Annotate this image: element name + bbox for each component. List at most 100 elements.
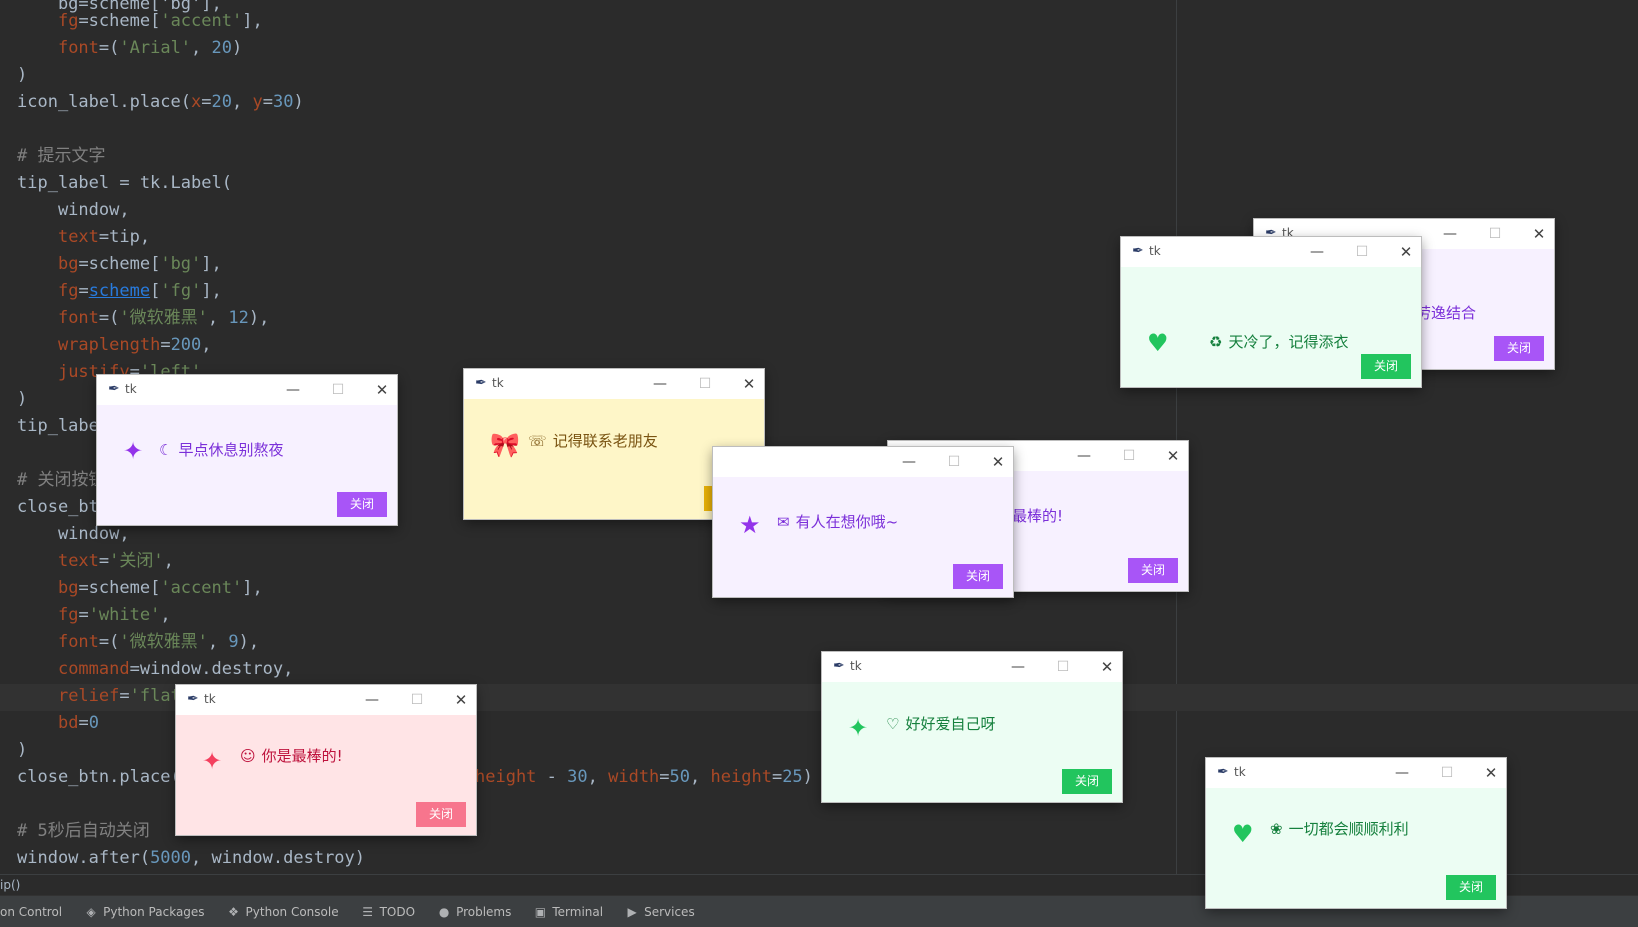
reminder-window[interactable]: ✒ tk — ☐ ✕ ♥ ♻ 天冷了，记得添衣 关闭: [1121, 237, 1421, 387]
shirt-icon: ♻: [1209, 333, 1223, 351]
window-title: tk: [1149, 244, 1161, 258]
close-button[interactable]: 关闭: [1494, 336, 1544, 361]
window-titlebar[interactable]: ✒ tk — ☐ ✕: [822, 652, 1122, 682]
tip-label: 好好爱自己呀: [905, 715, 996, 733]
sparkles-icon: ✦: [123, 437, 144, 465]
window-body: ♥ ♻ 天冷了，记得添衣 关闭: [1121, 267, 1421, 387]
terminal-icon: ▣: [534, 904, 547, 919]
tool-tab-version-control[interactable]: on Control: [0, 905, 62, 919]
code-line: ): [17, 389, 28, 409]
close-button[interactable]: 关闭: [1446, 875, 1496, 900]
minimize-button[interactable]: —: [281, 379, 305, 401]
window-body: ✦ ☾ 早点休息别熬夜 关闭: [97, 405, 397, 525]
services-icon: ▶: [627, 904, 637, 919]
tool-tab-python-console[interactable]: ❖ Python Console: [227, 904, 338, 919]
close-button[interactable]: 关闭: [1128, 558, 1178, 583]
minimize-button[interactable]: —: [1072, 445, 1096, 467]
code-line: font=('微软雅黑', 12),: [57, 308, 270, 328]
tk-feather-icon: ✒: [1217, 764, 1229, 780]
python-console-icon: ❖: [228, 904, 239, 919]
tool-tab-todo[interactable]: ☰ TODO: [361, 905, 415, 919]
reminder-window[interactable]: ✒ tk — ☐ ✕ ✦ ♡ 好好爱自己呀 关闭: [822, 652, 1122, 802]
window-titlebar[interactable]: ✒ tk — ☐ ✕: [1206, 758, 1506, 788]
minimize-button[interactable]: —: [648, 373, 672, 395]
sb-label: TODO: [379, 904, 416, 919]
maximize-button[interactable]: ☐: [1051, 656, 1075, 678]
close-button[interactable]: 关闭: [1361, 354, 1411, 379]
close-button[interactable]: 关闭: [953, 564, 1003, 589]
window-titlebar[interactable]: — ☐ ✕: [713, 447, 1013, 477]
flex-icon: ☺: [240, 747, 256, 765]
sb-label: Python Packages: [103, 904, 205, 919]
maximize-button[interactable]: ☐: [1483, 223, 1507, 245]
minimize-button[interactable]: —: [1305, 241, 1329, 263]
code-line: bd=0: [57, 713, 99, 733]
window-titlebar[interactable]: ✒ tk — ☐ ✕: [97, 375, 397, 405]
minimize-button[interactable]: —: [1390, 762, 1414, 784]
close-window-button[interactable]: ✕: [1161, 445, 1185, 467]
close-button[interactable]: 关闭: [416, 802, 466, 827]
tip-label: 记得联系老朋友: [552, 432, 658, 450]
window-titlebar[interactable]: ✒ tk — ☐ ✕: [176, 685, 476, 715]
code-line: wraplength=200,: [57, 335, 212, 355]
code-line: font=('微软雅黑', 9),: [57, 632, 260, 652]
window-body: ✦ ☺ 你是最棒的! 关闭: [176, 715, 476, 835]
maximize-button[interactable]: ☐: [326, 379, 350, 401]
sb-label: Services: [644, 904, 695, 919]
minimize-button[interactable]: —: [1438, 223, 1462, 245]
sb-label: Problems: [456, 904, 512, 919]
maximize-button[interactable]: ☐: [1435, 762, 1459, 784]
tool-tab-services[interactable]: ▶ Services: [625, 904, 695, 919]
tool-tab-terminal[interactable]: ▣ Terminal: [533, 905, 603, 919]
tool-tab-problems[interactable]: ● Problems: [437, 904, 512, 919]
close-window-button[interactable]: ✕: [449, 689, 473, 711]
minimize-button[interactable]: —: [897, 451, 921, 473]
sb-label: Terminal: [552, 904, 604, 919]
tip-text: 最棒的!: [1012, 507, 1064, 525]
close-window-button[interactable]: ✕: [1527, 223, 1551, 245]
minimize-button[interactable]: —: [1006, 656, 1030, 678]
close-window-button[interactable]: ✕: [986, 451, 1010, 473]
tk-feather-icon: ✒: [833, 658, 845, 674]
close-window-button[interactable]: ✕: [1394, 241, 1418, 263]
sparkles-icon: ✦: [848, 714, 869, 742]
code-line: bg=scheme['bg'],: [57, 254, 222, 274]
window-titlebar[interactable]: ✒ tk — ☐ ✕: [1121, 237, 1421, 267]
tip-text: 劳逸结合: [1416, 304, 1477, 322]
star-icon: ★: [739, 511, 761, 539]
tip-label: 你是最棒的!: [261, 747, 343, 765]
code-line: icon_label.place(x=20, y=30): [17, 92, 304, 112]
close-window-button[interactable]: ✕: [1095, 656, 1119, 678]
window-titlebar[interactable]: ✒ tk — ☐ ✕: [464, 369, 764, 399]
hearts-icon: ♥: [1147, 329, 1169, 357]
code-line: command=window.destroy,: [57, 659, 294, 679]
reminder-window[interactable]: ✒ tk — ☐ ✕ ✦ ☾ 早点休息别熬夜 关闭: [97, 375, 397, 525]
reminder-window[interactable]: ✒ tk — ☐ ✕ ♥ ❀ 一切都会顺顺利利 关闭: [1206, 758, 1506, 908]
rainbow-icon: ❀: [1270, 820, 1283, 838]
maximize-button[interactable]: ☐: [1350, 241, 1374, 263]
maximize-button[interactable]: ☐: [405, 689, 429, 711]
code-line: close_bt: [17, 497, 99, 517]
close-window-button[interactable]: ✕: [737, 373, 761, 395]
close-window-button[interactable]: ✕: [370, 379, 394, 401]
code-comment: # 5秒后自动关闭: [17, 821, 150, 841]
tool-tab-python-packages[interactable]: ◈ Python Packages: [84, 904, 205, 919]
maximize-button[interactable]: ☐: [693, 373, 717, 395]
code-line-fragment: height - 30, width=50, height=25): [475, 767, 813, 787]
code-line: ): [17, 740, 28, 760]
code-line: ): [17, 65, 28, 85]
minimize-button[interactable]: —: [360, 689, 384, 711]
reminder-window[interactable]: — ☐ ✕ ★ ✉ 有人在想你哦~ 关闭: [713, 447, 1013, 597]
close-button[interactable]: 关闭: [337, 492, 387, 517]
hearts-icon: ♥: [1232, 820, 1254, 848]
todo-icon: ☰: [362, 904, 373, 919]
window-title: tk: [1234, 765, 1246, 779]
code-line: window,: [17, 524, 130, 544]
code-comment: # 提示文字: [17, 146, 106, 166]
close-button[interactable]: 关闭: [1062, 769, 1112, 794]
code-line: tip_label = tk.Label(: [17, 173, 232, 193]
close-window-button[interactable]: ✕: [1479, 762, 1503, 784]
reminder-window[interactable]: ✒ tk — ☐ ✕ ✦ ☺ 你是最棒的! 关闭: [176, 685, 476, 835]
maximize-button[interactable]: ☐: [1117, 445, 1141, 467]
maximize-button[interactable]: ☐: [942, 451, 966, 473]
